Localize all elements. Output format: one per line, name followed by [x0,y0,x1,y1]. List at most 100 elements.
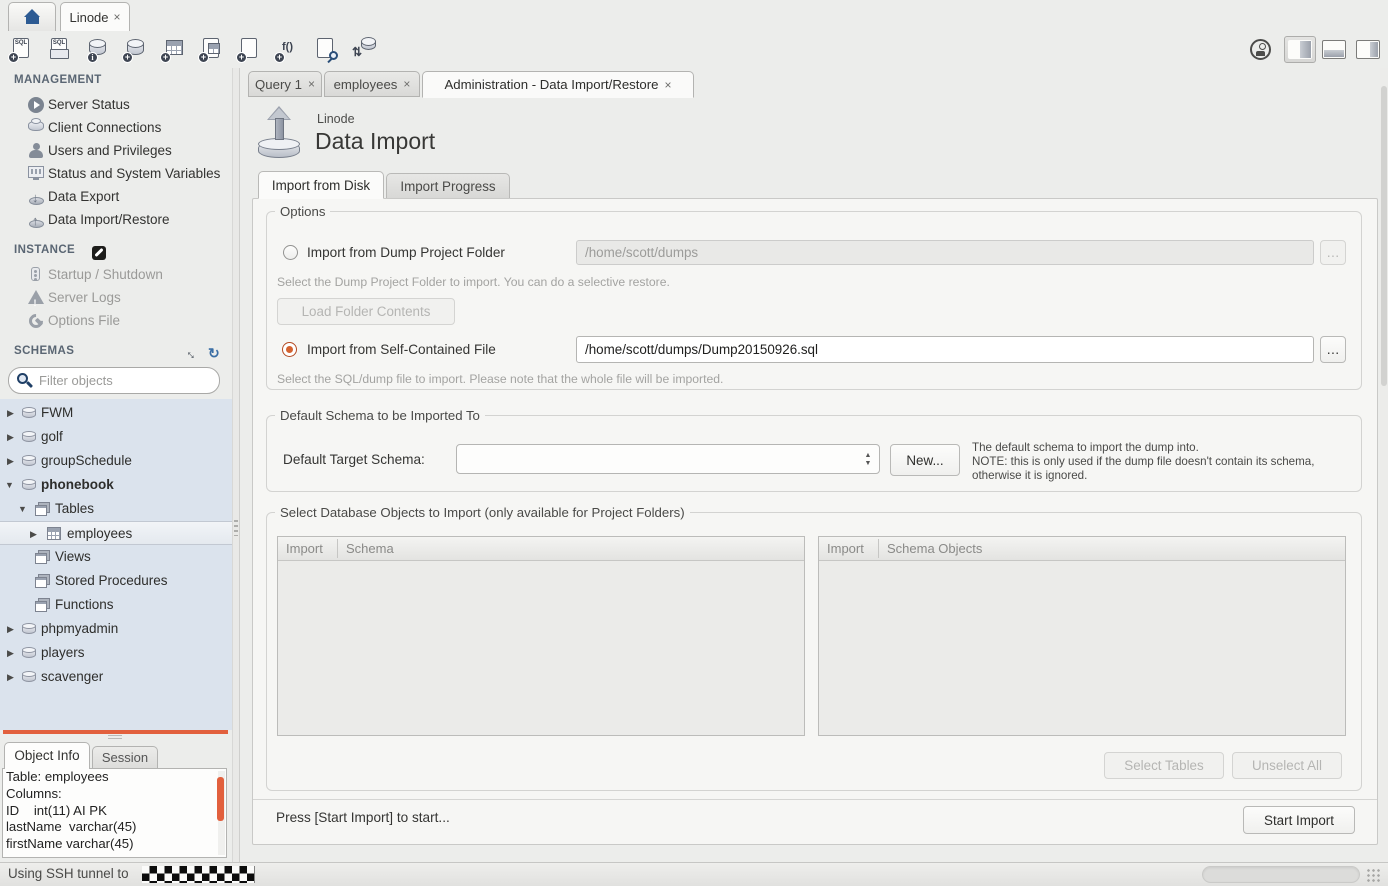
tree-item-groupschedule[interactable]: ▶ groupSchedule [0,449,232,473]
tab-object-info[interactable]: Object Info [4,742,90,769]
unselect-all-button[interactable]: Unselect All [1232,752,1342,779]
tree-item-phpmyadmin[interactable]: ▶ phpmyadmin [0,617,232,641]
chevron-down-icon[interactable]: ▼ [18,497,27,521]
close-icon[interactable]: × [114,10,121,24]
main-scrollbar-track[interactable] [1380,68,1388,862]
tree-item-tables[interactable]: ▼ Tables [0,497,232,521]
table-icon [47,527,61,540]
home-tab[interactable] [8,2,56,31]
sidebar-item-users-privileges[interactable]: Users and Privileges [0,139,232,162]
load-folder-contents-button[interactable]: Load Folder Contents [277,298,455,325]
splitter-handle[interactable] [108,735,122,741]
panel-splitter[interactable] [232,68,240,862]
create-view-icon[interactable]: + [198,37,226,63]
editor-tab-administration[interactable]: Administration - Data Import/Restore × [422,71,694,98]
tree-item-employees[interactable]: ▶ employees [0,521,232,545]
browse-file-button[interactable]: … [1320,336,1346,363]
sidebar-item-data-export[interactable]: Data Export [0,185,232,208]
tree-item-fwm[interactable]: ▶ FWM [0,401,232,425]
resize-grip[interactable] [1366,868,1382,883]
tree-item-functions[interactable]: Functions [0,593,232,617]
file-path-input[interactable] [576,336,1314,363]
refresh-schemas-icon[interactable]: ↻ [208,345,220,362]
functions-group-icon [35,598,49,611]
create-schema-icon[interactable]: + [122,37,150,63]
sidebar-item-client-connections[interactable]: Client Connections [0,116,232,139]
chevron-down-icon[interactable]: ▼ [5,473,14,497]
status-progress-area [1202,866,1360,883]
sidebar-item-options-file[interactable]: Options File [0,309,232,332]
chevron-right-icon[interactable]: ▶ [7,401,14,425]
radio-import-file[interactable] [282,342,297,357]
sidebar-item-status-variables[interactable]: Status and System Variables [0,162,232,185]
schema-icon [22,480,36,490]
schema-icon [22,456,36,466]
spinner-icon[interactable]: ▲▼ [857,445,879,473]
chevron-right-icon[interactable]: ▶ [7,449,14,473]
dba-badge-icon[interactable] [1250,39,1271,60]
startup-shutdown-icon [31,267,40,281]
page-title: Data Import [315,128,435,155]
toggle-bottom-panel-button[interactable] [1322,40,1346,59]
new-query-tab-icon[interactable]: SQL+ [8,37,36,63]
data-export-icon [28,189,44,205]
editor-tab-query1[interactable]: Query 1 × [248,71,322,97]
create-function-icon[interactable]: f()+ [274,37,302,63]
procedures-group-icon [35,574,49,587]
file-help-text: Select the SQL/dump file to import. Plea… [277,372,723,386]
main-scrollbar-thumb[interactable] [1381,86,1387,386]
management-section-title: MANAGEMENT [14,74,102,86]
tab-import-progress[interactable]: Import Progress [386,173,510,199]
users-icon [28,143,44,159]
tree-item-golf[interactable]: ▶ golf [0,425,232,449]
create-procedure-icon[interactable]: + [236,37,264,63]
schema-select-table[interactable]: Import Schema [277,536,805,736]
radio-import-file-label[interactable]: Import from Self-Contained File [307,342,496,357]
chevron-right-icon[interactable]: ▶ [7,425,14,449]
open-sql-script-icon[interactable]: SQL [46,37,74,63]
close-icon[interactable]: × [665,78,672,92]
chevron-right-icon[interactable]: ▶ [30,522,37,546]
schema-objects-table[interactable]: Import Schema Objects [818,536,1346,736]
search-data-icon[interactable] [312,37,340,63]
sidebar-item-server-logs[interactable]: Server Logs [0,286,232,309]
inspect-database-icon[interactable]: i [84,37,112,63]
toggle-left-sidebar-button[interactable] [1284,36,1316,63]
radio-import-folder[interactable] [283,245,298,260]
default-target-schema-select[interactable]: ▲▼ [456,444,880,474]
start-import-button[interactable]: Start Import [1243,806,1355,834]
new-schema-button[interactable]: New... [890,444,960,476]
folder-path-input[interactable] [576,240,1314,265]
reconnect-dbms-icon[interactable]: ⇅ [352,37,380,63]
close-icon[interactable]: × [308,77,315,91]
home-icon [24,10,41,24]
toggle-right-sidebar-button[interactable] [1356,40,1380,59]
browse-folder-button[interactable]: … [1320,240,1346,265]
filter-objects-input[interactable] [39,370,209,391]
select-tables-button[interactable]: Select Tables [1104,752,1224,779]
sidebar-item-data-import-restore[interactable]: Data Import/Restore [0,208,232,231]
tree-item-views[interactable]: Views [0,545,232,569]
tab-import-from-disk[interactable]: Import from Disk [258,171,384,199]
editor-tab-employees[interactable]: employees × [324,71,420,97]
chevron-right-icon[interactable]: ▶ [7,617,14,641]
radio-import-folder-label[interactable]: Import from Dump Project Folder [307,245,505,260]
close-icon[interactable]: × [403,77,410,91]
tree-item-stored-procedures[interactable]: Stored Procedures [0,569,232,593]
create-table-icon[interactable]: + [160,37,188,63]
sidebar-item-server-status[interactable]: Server Status [0,93,232,116]
connection-tab-linode[interactable]: Linode × [60,2,130,31]
import-status-text: Press [Start Import] to start... [276,810,450,825]
expand-panel-icon[interactable]: ↔ [183,344,203,364]
tab-session[interactable]: Session [92,746,158,769]
tree-item-scavenger[interactable]: ▶ scavenger [0,665,232,689]
scrollbar-track[interactable] [218,771,225,855]
tree-item-players[interactable]: ▶ players [0,641,232,665]
schema-help-line: NOTE: this is only used if the dump file… [972,455,1314,469]
instance-admin-badge-icon [92,246,106,260]
chevron-right-icon[interactable]: ▶ [7,665,14,689]
scrollbar-thumb[interactable] [217,777,224,821]
tree-item-phonebook[interactable]: ▼ phonebook [0,473,232,497]
chevron-right-icon[interactable]: ▶ [7,641,14,665]
sidebar-item-startup-shutdown[interactable]: Startup / Shutdown [0,263,232,286]
